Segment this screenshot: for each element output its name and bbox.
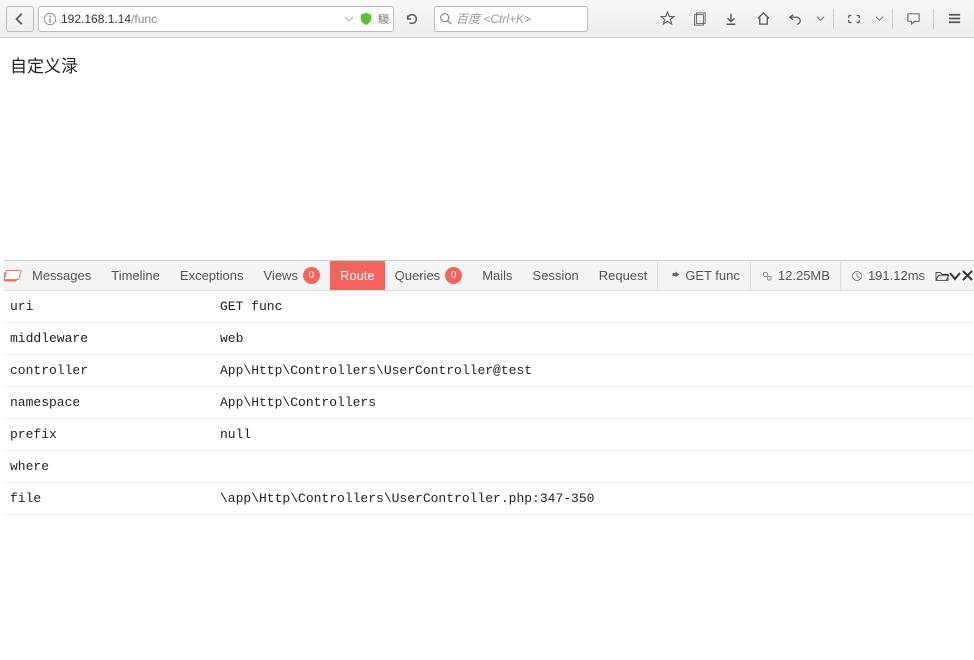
page-content: 自定义渌	[0, 38, 974, 91]
route-row: namespaceApp\Http\Controllers	[4, 387, 974, 419]
gears-icon	[761, 270, 773, 282]
undo-menu-icon[interactable]	[813, 6, 827, 32]
clock-icon	[851, 270, 863, 282]
tab-views[interactable]: Views0	[254, 261, 330, 290]
route-key: prefix	[10, 427, 220, 442]
tab-mails[interactable]: Mails	[472, 261, 522, 290]
tab-exceptions[interactable]: Exceptions	[170, 261, 254, 290]
search-placeholder: 百度 <Ctrl+K>	[456, 10, 531, 27]
route-value: App\Http\Controllers\UserController@test	[220, 363, 968, 378]
debugbar: Messages Timeline Exceptions Views0 Rout…	[4, 260, 974, 648]
back-button[interactable]	[6, 6, 34, 32]
info-memory: 12.25MB	[750, 261, 840, 290]
collapse-icon[interactable]	[949, 261, 961, 290]
reload-button[interactable]	[398, 6, 426, 32]
route-value: null	[220, 427, 968, 442]
tab-messages[interactable]: Messages	[22, 261, 101, 290]
search-icon	[439, 12, 452, 25]
route-value: GET func	[220, 299, 968, 314]
library-icon[interactable]	[685, 6, 713, 32]
reader-icon[interactable]: 騣	[378, 11, 389, 27]
url-bar[interactable]: 192.168.1.14/func 騣	[38, 6, 394, 32]
route-row: controllerApp\Http\Controllers\UserContr…	[4, 355, 974, 387]
info-current-request[interactable]: GET func	[657, 261, 750, 290]
page-heading: 自定义渌	[10, 57, 78, 76]
route-key: controller	[10, 363, 220, 378]
search-bar[interactable]: 百度 <Ctrl+K>	[434, 6, 588, 32]
route-key: file	[10, 491, 220, 506]
route-row: prefixnull	[4, 419, 974, 451]
browser-toolbar: 192.168.1.14/func 騣 百度 <Ctrl+K>	[0, 0, 974, 38]
home-icon[interactable]	[749, 6, 777, 32]
tab-queries[interactable]: Queries0	[385, 261, 473, 290]
route-value	[220, 459, 968, 474]
undo-icon[interactable]	[781, 6, 809, 32]
tab-timeline[interactable]: Timeline	[101, 261, 170, 290]
dropdown-icon[interactable]	[344, 14, 354, 24]
close-icon[interactable]	[962, 261, 974, 290]
tab-route[interactable]: Route	[330, 261, 385, 290]
shield-icon[interactable]	[358, 11, 374, 27]
route-value: \app\Http\Controllers\UserController.php…	[220, 491, 968, 506]
route-key: namespace	[10, 395, 220, 410]
route-value: web	[220, 331, 968, 346]
tab-request[interactable]: Request	[589, 261, 657, 290]
route-key: uri	[10, 299, 220, 314]
info-time: 191.12ms	[840, 261, 935, 290]
debugbar-body: uriGET funcmiddlewarewebcontrollerApp\Ht…	[4, 291, 974, 648]
route-key: middleware	[10, 331, 220, 346]
download-icon[interactable]	[717, 6, 745, 32]
route-row: uriGET func	[4, 291, 974, 323]
debugbar-header: Messages Timeline Exceptions Views0 Rout…	[4, 261, 974, 291]
debugbar-logo-icon[interactable]	[4, 261, 22, 290]
folder-open-icon[interactable]	[935, 261, 949, 290]
route-row: file\app\Http\Controllers\UserController…	[4, 483, 974, 515]
url-text: 192.168.1.14/func	[61, 12, 340, 26]
hamburger-menu-icon[interactable]	[940, 6, 968, 32]
share-icon	[668, 270, 680, 282]
route-row: where	[4, 451, 974, 483]
info-icon	[43, 12, 57, 26]
screenshot-icon[interactable]	[840, 6, 868, 32]
route-row: middlewareweb	[4, 323, 974, 355]
chat-icon[interactable]	[899, 6, 927, 32]
route-value: App\Http\Controllers	[220, 395, 968, 410]
bookmark-star-icon[interactable]	[653, 6, 681, 32]
tab-session[interactable]: Session	[523, 261, 589, 290]
screenshot-menu-icon[interactable]	[872, 6, 886, 32]
route-key: where	[10, 459, 220, 474]
